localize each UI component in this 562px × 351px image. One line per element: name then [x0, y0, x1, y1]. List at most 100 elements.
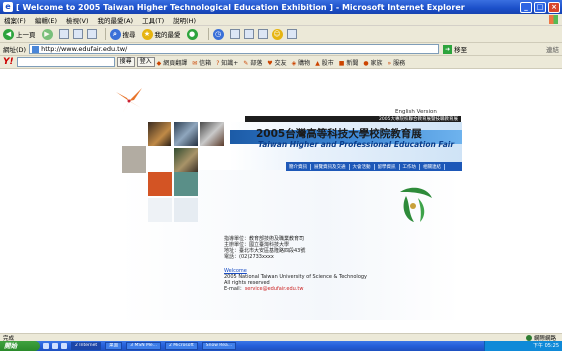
yahoo-item-dating[interactable]: ♥ 交友	[267, 58, 286, 67]
yahoo-item-translate[interactable]: ◆ 網頁翻譯	[157, 58, 188, 67]
english-version-link[interactable]: English Version	[395, 109, 437, 115]
news-icon: ■	[338, 59, 345, 67]
yahoo-item-label: 家族	[370, 59, 383, 67]
yahoo-item-groups[interactable]: ● 家族	[363, 58, 382, 67]
title-bar: e [ Welcome to 2005 Taiwan Higher Techno…	[0, 0, 562, 14]
translate-icon: ◆	[156, 59, 162, 67]
address-label: 網址(D)	[3, 46, 27, 54]
ie-icon: e	[3, 2, 13, 12]
status-bar: 完成 網際網路	[0, 333, 562, 342]
title-chinese: 2005台灣高等科技大學校院教育展	[256, 128, 422, 140]
messenger-icon[interactable]: ☺	[271, 28, 283, 40]
mail-icon[interactable]	[229, 29, 240, 39]
photo-arch	[148, 122, 171, 146]
task-msn[interactable]: 3 MSN Me...	[126, 342, 161, 350]
refresh-icon[interactable]	[72, 29, 83, 39]
yahoo-item-answers[interactable]: ? 知識+	[216, 58, 238, 67]
quicklaunch-media-icon[interactable]	[61, 343, 67, 349]
toolbar-separator	[207, 28, 209, 40]
address-bar: 網址(D) ➜ 移至 連結	[0, 43, 562, 56]
forward-button[interactable]: ▶	[41, 28, 53, 40]
windows-logo-icon	[549, 15, 558, 24]
cart-icon: ◈	[291, 59, 297, 67]
print-icon[interactable]	[243, 29, 254, 39]
nav-study-abroad[interactable]: 留學資訊	[375, 163, 400, 170]
home-icon[interactable]	[86, 29, 97, 39]
menu-view[interactable]: 檢視(V)	[66, 15, 89, 25]
nav-events[interactable]: 大會活動	[350, 163, 375, 170]
maximize-button[interactable]: □	[534, 1, 546, 13]
edit-icon[interactable]	[257, 29, 268, 39]
yahoo-login-button[interactable]: 登入	[136, 57, 155, 67]
menu-edit[interactable]: 編輯(E)	[35, 15, 57, 25]
menu-tools[interactable]: 工具(T)	[142, 15, 164, 25]
search-label: 搜尋	[122, 31, 136, 39]
yahoo-search-input[interactable]	[16, 57, 115, 67]
menu-help[interactable]: 說明(H)	[173, 15, 196, 25]
yahoo-item-stocks[interactable]: ▲ 股市	[315, 58, 334, 67]
menu-file[interactable]: 檔案(F)	[4, 15, 26, 25]
yahoo-item-label: 服務	[393, 59, 406, 67]
search-button[interactable]: ⌕ 搜尋	[109, 28, 136, 40]
yahoo-search-button[interactable]: 搜尋	[116, 57, 135, 67]
blog-icon: ✎	[243, 59, 249, 67]
photo-building	[174, 148, 198, 172]
yahoo-item-blog[interactable]: ✎ 部落	[243, 58, 262, 67]
photo-students	[174, 122, 198, 146]
forward-arrow-icon: ▶	[41, 28, 53, 40]
deco-block-light	[174, 198, 198, 222]
stop-icon[interactable]	[58, 29, 69, 39]
page-content: English Version 2005大專院校聯合教育展暨技職教育展 2005…	[0, 70, 562, 333]
system-tray-clock[interactable]: 下午 05:25	[484, 341, 562, 351]
main-nav: 簡介資訊 展覽資訊及交通 大會活動 留學資訊 工作坊 相關連結	[286, 162, 462, 171]
nav-exhibition[interactable]: 展覽資訊及交通	[311, 163, 350, 170]
task-desktop[interactable]: 桌面	[105, 342, 123, 350]
quicklaunch-desktop-icon[interactable]	[52, 343, 58, 349]
yahoo-item-label: 知識+	[221, 59, 239, 67]
nav-workshop[interactable]: 工作坊	[400, 163, 420, 170]
yahoo-item-services[interactable]: » 服務	[388, 58, 406, 67]
nav-links[interactable]: 相關連結	[420, 163, 445, 170]
favorites-button[interactable]: ★ 我的最愛	[141, 28, 181, 40]
yahoo-item-label: 新聞	[346, 59, 359, 67]
info-line: 電話：(02)2733xxxx	[224, 254, 274, 260]
history-icon[interactable]: ◷	[212, 28, 224, 40]
yahoo-item-shopping[interactable]: ◈ 購物	[292, 58, 311, 67]
address-field[interactable]	[29, 44, 440, 54]
go-button[interactable]: ➜ 移至	[443, 44, 467, 54]
task-microsoft[interactable]: 2 Microsoft	[164, 342, 198, 350]
toolbar: ◀ 上一頁 ▶ ⌕ 搜尋 ★ 我的最愛 ● ◷ ☺	[0, 26, 562, 43]
deco-block-gray	[122, 146, 146, 173]
media-icon[interactable]: ●	[186, 28, 198, 40]
minimize-button[interactable]: _	[520, 1, 532, 13]
back-button[interactable]: ◀ 上一頁	[3, 28, 36, 40]
links-button[interactable]: 連結	[546, 44, 559, 54]
yahoo-item-news[interactable]: ■ 新聞	[339, 58, 359, 67]
task-internet[interactable]: 2 Internet	[71, 342, 102, 350]
photo-lab	[200, 122, 224, 146]
yahoo-item-label: 交友	[274, 59, 287, 67]
deco-block-light	[148, 198, 172, 222]
back-label: 上一頁	[16, 31, 36, 39]
go-label: 移至	[454, 46, 468, 54]
page-icon	[32, 45, 40, 53]
address-input[interactable]	[41, 45, 422, 53]
window-title: [ Welcome to 2005 Taiwan Higher Technolo…	[16, 2, 465, 12]
email-link[interactable]: service@edufair.edu.tw	[245, 286, 304, 292]
deco-block-teal	[174, 172, 198, 196]
yahoo-item-mail[interactable]: ✉ 信箱	[192, 58, 211, 67]
research-icon[interactable]	[286, 29, 297, 39]
close-button[interactable]: ×	[548, 1, 560, 13]
heart-icon: ♥	[267, 59, 273, 67]
start-button[interactable]: 開始	[0, 341, 40, 351]
taskbar: 開始 2 Internet 桌面 3 MSN Me... 2 Microsoft…	[0, 341, 562, 351]
task-snow[interactable]: Snow Rea...	[201, 342, 237, 350]
nav-about[interactable]: 簡介資訊	[286, 163, 311, 170]
copyright-info: Welcome 2005 National Taiwan University …	[224, 268, 367, 292]
chart-icon: ▲	[315, 59, 320, 67]
globe-icon	[525, 334, 532, 341]
menu-favorites[interactable]: 我的最愛(A)	[98, 15, 134, 25]
quicklaunch-ie-icon[interactable]	[43, 343, 49, 349]
mail-icon: ✉	[192, 59, 198, 67]
yahoo-logo[interactable]: Y!	[3, 57, 14, 67]
